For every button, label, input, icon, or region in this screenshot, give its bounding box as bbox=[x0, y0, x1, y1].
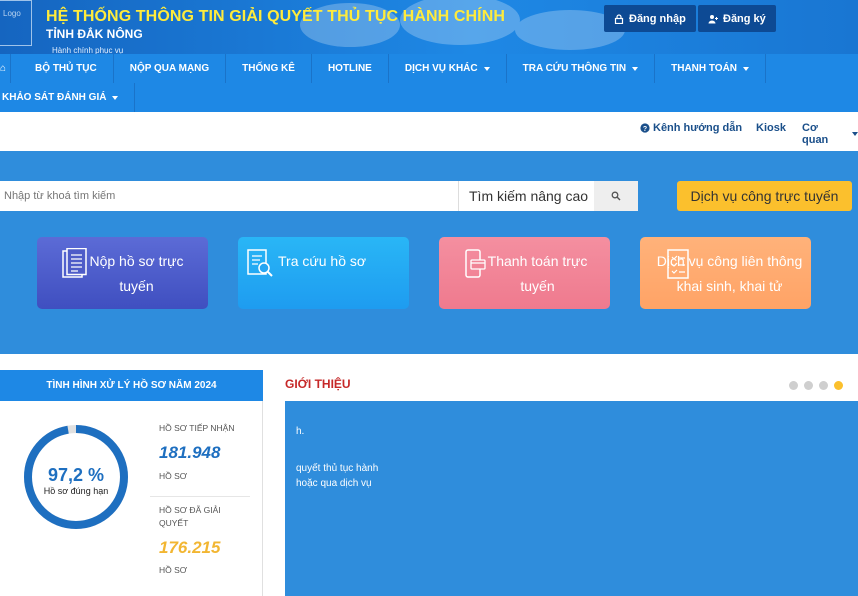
nav-hotline[interactable]: HOTLINE bbox=[312, 54, 389, 83]
site-header: Logo HỆ THỐNG THÔNG TIN GIẢI QUYẾT THỦ T… bbox=[0, 0, 858, 54]
login-button[interactable]: Đăng nhập bbox=[604, 5, 696, 32]
intro-text-line: quyết thủ tục hành bbox=[296, 463, 379, 474]
intro-text-line: hoặc qua dịch vụ bbox=[296, 478, 372, 489]
nav-row-primary: ⌂ BỘ THỦ TỤC NỘP QUA MẠNG THỐNG KÊ HOTLI… bbox=[0, 54, 767, 83]
received-unit: HỒ SƠ bbox=[159, 471, 188, 481]
carousel-dot-2[interactable] bbox=[804, 381, 813, 390]
received-count: 181.948 bbox=[159, 443, 221, 462]
advanced-search-toggle[interactable]: Tìm kiếm nâng cao bbox=[458, 181, 594, 211]
resolved-unit: HỒ SƠ bbox=[159, 565, 188, 575]
intro-content: h. quyết thủ tục hành hoặc qua dịch vụ bbox=[285, 401, 858, 596]
on-time-label: Hồ sơ đúng hạn bbox=[43, 486, 109, 496]
intro-heading: GIỚI THIỆU bbox=[285, 377, 351, 391]
carousel-dot-1[interactable] bbox=[789, 381, 798, 390]
site-subtitle: TỈNH ĐẮK NÔNG bbox=[46, 27, 143, 41]
main-navigation: ⌂ BỘ THỦ TỤC NỘP QUA MẠNG THỐNG KÊ HOTLI… bbox=[0, 54, 858, 112]
register-button[interactable]: Đăng ký bbox=[698, 5, 776, 32]
nav-bo-thu-tuc[interactable]: BỘ THỦ TỤC bbox=[11, 54, 114, 83]
lookup-record-card[interactable]: Tra cứu hồ sơ bbox=[238, 237, 409, 309]
submit-online-card[interactable]: Nộp hồ sơ trực tuyến bbox=[37, 237, 208, 309]
guide-link[interactable]: ? Kênh hướng dẫn bbox=[640, 122, 742, 134]
stats-divider bbox=[150, 496, 250, 497]
stats-heading: TÌNH HÌNH XỬ LÝ HỒ SƠ NĂM 2024 bbox=[0, 370, 263, 401]
search-section: Tìm kiếm nâng cao Dịch vụ công trực tuyế… bbox=[0, 151, 858, 354]
resolved-count: 176.215 bbox=[159, 538, 221, 557]
agency-dropdown[interactable]: Cơ quan bbox=[802, 122, 858, 146]
site-tagline: Hành chính phục vụ bbox=[52, 46, 124, 54]
nav-thong-ke[interactable]: THỐNG KÊ bbox=[226, 54, 312, 83]
nav-dich-vu-khac[interactable]: DỊCH VỤ KHÁC bbox=[389, 54, 507, 83]
caret-down-icon bbox=[112, 95, 119, 100]
received-label: HỒ SƠ TIẾP NHẬN bbox=[159, 423, 235, 433]
linked-birth-death-service-card[interactable]: Dịch vụ công liên thông khai sinh, khai … bbox=[640, 237, 811, 309]
site-logo[interactable]: Logo bbox=[0, 0, 32, 46]
online-public-service-button[interactable]: Dịch vụ công trực tuyến bbox=[677, 181, 852, 211]
kiosk-link[interactable]: Kiosk bbox=[756, 122, 786, 134]
nav-khao-sat-danh-gia[interactable]: KHẢO SÁT ĐÁNH GIÁ bbox=[0, 83, 136, 112]
nav-tra-cuu-thong-tin[interactable]: TRA CỨU THÔNG TIN bbox=[507, 54, 656, 83]
carousel-dot-3[interactable] bbox=[819, 381, 828, 390]
nav-thanh-toan[interactable]: THANH TOÁN bbox=[655, 54, 767, 83]
intro-text-line: h. bbox=[296, 426, 305, 437]
utility-bar: ? Kênh hướng dẫn Kiosk Cơ quan bbox=[0, 112, 858, 151]
on-time-percent: 97,2 % bbox=[47, 465, 105, 485]
caret-down-icon bbox=[632, 66, 639, 71]
carousel-indicators bbox=[789, 381, 843, 390]
search-button[interactable] bbox=[594, 181, 638, 211]
nav-row-secondary: KHẢO SÁT ĐÁNH GIÁ bbox=[0, 83, 136, 112]
carousel-dot-4[interactable] bbox=[834, 381, 843, 390]
home-icon: ⌂ bbox=[0, 63, 7, 74]
caret-down-icon bbox=[852, 132, 858, 136]
lock-icon bbox=[614, 13, 624, 24]
nav-home[interactable]: ⌂ bbox=[0, 54, 12, 83]
nav-nop-qua-mang[interactable]: NỘP QUA MẠNG bbox=[114, 54, 227, 83]
processing-stats-panel: TÌNH HÌNH XỬ LÝ HỒ SƠ NĂM 2024 97,2 % Hồ… bbox=[0, 370, 263, 596]
question-circle-icon: ? bbox=[640, 123, 650, 133]
caret-down-icon bbox=[483, 66, 490, 71]
online-payment-card[interactable]: Thanh toán trực tuyến bbox=[439, 237, 610, 309]
site-title: HỆ THỐNG THÔNG TIN GIẢI QUYẾT THỦ TỤC HÀ… bbox=[46, 8, 506, 25]
svg-text:?: ? bbox=[643, 126, 647, 133]
caret-down-icon bbox=[743, 66, 750, 71]
resolved-label: HỒ SƠ ĐÃ GIẢI QUYẾT bbox=[159, 505, 221, 528]
user-plus-icon bbox=[708, 14, 718, 23]
search-icon bbox=[611, 191, 621, 201]
search-input[interactable] bbox=[0, 181, 458, 211]
